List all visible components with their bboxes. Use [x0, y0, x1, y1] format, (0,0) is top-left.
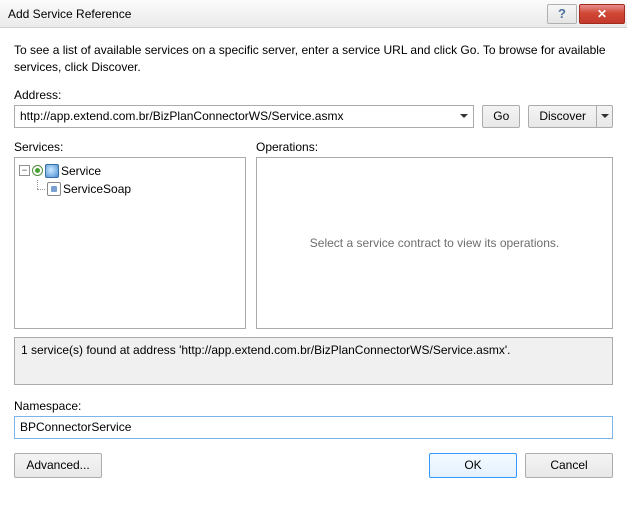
- panes-row: Services: − Service ServiceSoap Operatio…: [14, 140, 613, 329]
- services-tree[interactable]: − Service ServiceSoap: [14, 157, 246, 329]
- go-button[interactable]: Go: [482, 105, 520, 128]
- advanced-button[interactable]: Advanced...: [14, 453, 102, 478]
- operations-placeholder: Select a service contract to view its op…: [261, 162, 608, 324]
- intro-text: To see a list of available services on a…: [14, 42, 613, 76]
- footer-row: Advanced... OK Cancel: [14, 453, 613, 478]
- operations-column: Operations: Select a service contract to…: [256, 140, 613, 329]
- discover-split-button[interactable]: Discover: [528, 105, 613, 128]
- tree-node-servicesoap[interactable]: ServiceSoap: [19, 180, 241, 198]
- close-button[interactable]: ✕: [579, 4, 625, 24]
- address-label: Address:: [14, 88, 613, 102]
- discover-dropdown-button[interactable]: [597, 105, 613, 128]
- tree-node-service[interactable]: − Service: [19, 162, 241, 180]
- dialog-content: To see a list of available services on a…: [0, 28, 627, 490]
- ok-button[interactable]: OK: [429, 453, 517, 478]
- window-title: Add Service Reference: [8, 7, 545, 21]
- discover-button[interactable]: Discover: [528, 105, 597, 128]
- chevron-down-icon: [460, 114, 468, 118]
- help-button[interactable]: ?: [547, 4, 577, 24]
- cancel-button-label: Cancel: [550, 458, 587, 472]
- close-icon: ✕: [597, 7, 607, 21]
- services-label: Services:: [14, 140, 246, 154]
- chevron-down-icon: [601, 114, 609, 118]
- address-row: Go Discover: [14, 105, 613, 128]
- title-bar: Add Service Reference ? ✕: [0, 0, 627, 28]
- radio-selected-icon: [32, 165, 43, 176]
- operations-label: Operations:: [256, 140, 613, 154]
- status-text: 1 service(s) found at address 'http://ap…: [21, 343, 510, 357]
- ok-button-label: OK: [464, 458, 481, 472]
- status-box: 1 service(s) found at address 'http://ap…: [14, 337, 613, 385]
- operations-list[interactable]: Select a service contract to view its op…: [256, 157, 613, 329]
- cancel-button[interactable]: Cancel: [525, 453, 613, 478]
- tree-node-label: Service: [61, 164, 101, 178]
- address-dropdown-button[interactable]: [455, 106, 473, 127]
- namespace-label: Namespace:: [14, 399, 613, 413]
- services-column: Services: − Service ServiceSoap: [14, 140, 246, 329]
- address-input[interactable]: [15, 106, 455, 127]
- discover-button-label: Discover: [539, 109, 586, 123]
- service-icon: [45, 164, 59, 178]
- tree-node-label: ServiceSoap: [63, 182, 131, 196]
- tree-expander-icon[interactable]: −: [19, 165, 30, 176]
- advanced-button-label: Advanced...: [26, 458, 89, 472]
- address-combo[interactable]: [14, 105, 474, 128]
- go-button-label: Go: [493, 109, 509, 123]
- endpoint-icon: [47, 182, 61, 196]
- namespace-input[interactable]: [14, 416, 613, 439]
- tree-connector-icon: [32, 180, 45, 198]
